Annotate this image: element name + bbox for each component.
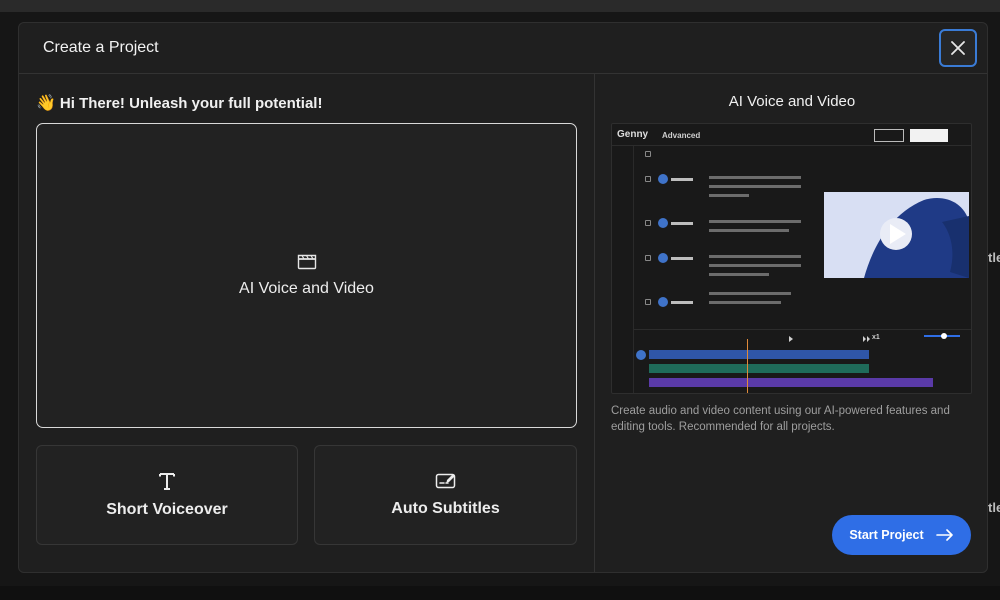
preview-button-filled (910, 129, 948, 142)
preview-line (709, 194, 749, 197)
background-text: tle (988, 250, 1000, 265)
preview-speaker (671, 257, 693, 260)
preview-line (709, 185, 801, 188)
backdrop-top-strip (0, 0, 1000, 12)
background-text: tle (988, 500, 1000, 515)
preview-video-thumbnail (824, 192, 969, 278)
preview-line (709, 301, 781, 304)
start-project-button[interactable]: Start Project (832, 515, 971, 555)
preview-brand: Genny (617, 129, 649, 140)
preview-title: AI Voice and Video (728, 93, 856, 110)
modal-title: Create a Project (43, 39, 159, 56)
preview-track-voice (649, 350, 869, 359)
preview-line (709, 264, 801, 267)
preview-avatar (658, 218, 668, 228)
preview-avatar (658, 253, 668, 263)
short-voiceover-card[interactable]: Short Voiceover (36, 445, 298, 545)
preview-speaker (671, 178, 693, 181)
preview-description: Create audio and video content using our… (611, 405, 950, 433)
preview-playback-controls: x1 (634, 330, 934, 346)
preview-button-outline (874, 129, 904, 142)
start-project-label: Start Project (849, 528, 924, 542)
backdrop-bottom-strip (0, 586, 1000, 600)
ai-voice-video-card[interactable]: AI Voice and Video (36, 123, 577, 428)
preview-line (709, 292, 791, 295)
card-label: Auto Subtitles (391, 500, 500, 517)
greeting-text: Hi There! Unleash your full potential! (59, 94, 323, 112)
preview-badge: Advanced (662, 131, 701, 140)
close-icon (951, 41, 965, 55)
preview-line (709, 229, 789, 232)
preview-line (709, 220, 801, 223)
preview-checkbox (645, 176, 651, 182)
create-project-modal: Create a Project 👋 Hi There! Unleash you… (18, 22, 988, 573)
clapperboard-icon (297, 254, 316, 269)
preview-avatar (658, 297, 668, 307)
preview-avatar (658, 174, 668, 184)
preview-track-video (649, 364, 869, 373)
preview-video-art (824, 192, 969, 278)
preview-checkbox (645, 151, 651, 157)
preview-speed: x1 (872, 334, 880, 341)
card-label: Short Voiceover (106, 501, 228, 518)
preview-track-music (649, 378, 933, 387)
modal-header: Create a Project (19, 23, 987, 74)
arrow-right-icon (935, 529, 953, 541)
panel-divider (594, 74, 595, 572)
preview-topbar: Genny Advanced (612, 124, 971, 146)
preview-speaker (671, 301, 693, 304)
preview-speaker (671, 222, 693, 225)
auto-subtitles-card[interactable]: Auto Subtitles (314, 445, 577, 545)
preview-avatar (636, 350, 646, 360)
preview-checkbox (645, 255, 651, 261)
preview-playhead (747, 339, 748, 393)
close-button[interactable] (939, 29, 977, 67)
preview-checkbox (645, 220, 651, 226)
preview-line (709, 176, 801, 179)
waving-hand-icon: 👋 (36, 95, 56, 112)
preview-checkbox (645, 299, 651, 305)
greeting: 👋 Hi There! Unleash your full potential! (36, 93, 322, 113)
preview-image: Genny Advanced x1 (611, 123, 972, 394)
preview-volume-slider (924, 333, 960, 339)
preview-left-strip (612, 146, 634, 393)
subtitles-edit-icon (435, 473, 455, 489)
card-label: AI Voice and Video (239, 279, 374, 297)
preview-line (709, 273, 769, 276)
preview-line (709, 255, 801, 258)
text-t-icon (159, 473, 175, 490)
